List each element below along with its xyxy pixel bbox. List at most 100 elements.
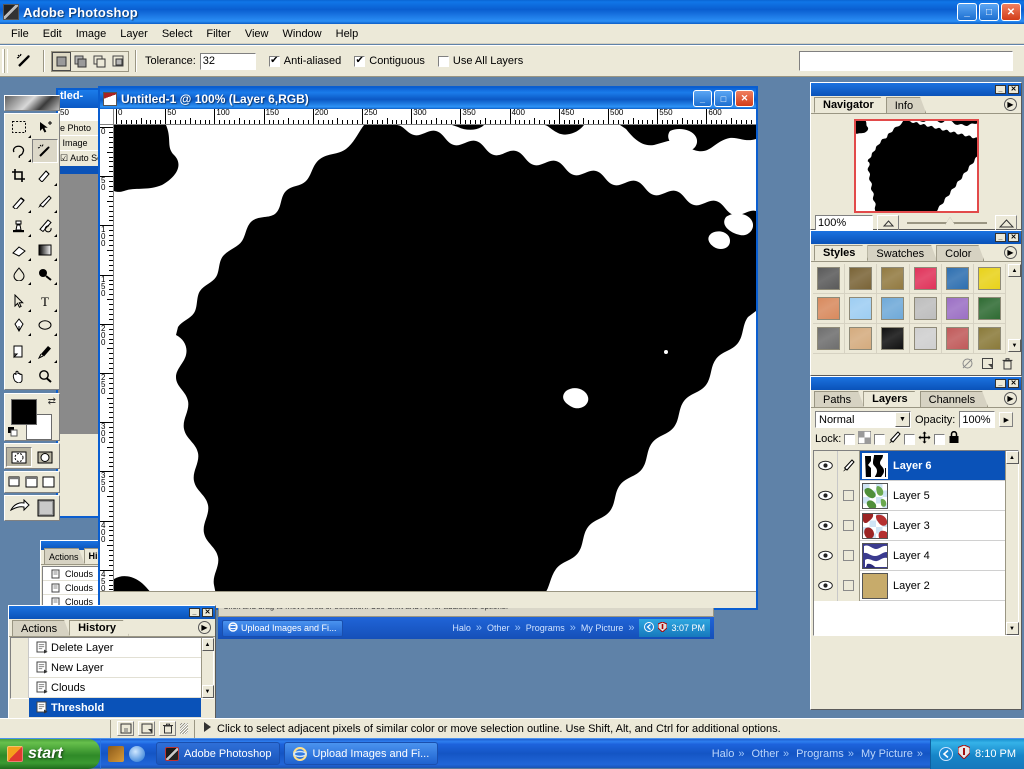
history-title-bar[interactable]: _ ✕: [9, 606, 215, 619]
eyedropper-tool[interactable]: [32, 340, 58, 364]
menu-item-filter[interactable]: Filter: [199, 26, 237, 42]
full-screen-with-menubar-button[interactable]: [23, 473, 40, 491]
standard-mode-button[interactable]: [6, 447, 32, 467]
styles-menu-icon[interactable]: ▶: [1004, 246, 1017, 259]
background-tab-actions[interactable]: Actions: [44, 548, 85, 564]
layer-thumbnail[interactable]: [862, 452, 888, 479]
history-scroll-down-button[interactable]: ▼: [201, 685, 214, 698]
standard-screen-mode-button[interactable]: [6, 473, 23, 491]
tab-paths[interactable]: Paths: [814, 391, 864, 407]
history-state-row[interactable]: Delete Layer: [29, 638, 201, 658]
start-button[interactable]: start: [0, 738, 100, 769]
layers-scroll-up-button[interactable]: ▲: [1005, 451, 1019, 464]
style-swatch[interactable]: [845, 324, 878, 354]
document-title-bar[interactable]: Untitled-1 @ 100% (Layer 6,RGB) _ □ ✕: [100, 88, 756, 109]
tab-history[interactable]: History: [69, 620, 129, 636]
blur-tool[interactable]: [6, 262, 32, 286]
style-swatch[interactable]: [973, 324, 1006, 354]
clone-stamp-tool[interactable]: [6, 214, 32, 238]
layer-link-toggle[interactable]: [838, 450, 860, 481]
style-swatch[interactable]: [909, 294, 942, 324]
style-swatch[interactable]: [813, 264, 846, 294]
styles-close-button[interactable]: ✕: [1008, 233, 1019, 242]
navigator-thumbnail[interactable]: [853, 119, 979, 213]
menu-item-select[interactable]: Select: [155, 26, 200, 42]
history-minimize-button[interactable]: _: [189, 608, 200, 617]
history-state-row[interactable]: New Layer: [29, 658, 201, 678]
jump-to-imageready-button[interactable]: [4, 495, 60, 521]
navigator-minimize-button[interactable]: _: [995, 85, 1006, 94]
healing-brush-tool[interactable]: [6, 190, 32, 214]
menu-item-file[interactable]: File: [4, 26, 36, 42]
toolbox-title-bar[interactable]: [4, 95, 60, 111]
layers-scrollbar[interactable]: ▲ ▼: [1005, 451, 1019, 635]
style-swatch[interactable]: [845, 294, 878, 324]
marquee-tool[interactable]: [6, 115, 32, 139]
minimize-button[interactable]: _: [957, 3, 977, 21]
maximize-button[interactable]: □: [979, 3, 999, 21]
trash-button[interactable]: [159, 721, 176, 736]
styles-scroll-down-button[interactable]: ▼: [1008, 339, 1021, 352]
layer-visibility-toggle[interactable]: [814, 510, 838, 541]
style-swatch[interactable]: [813, 294, 846, 324]
layers-close-button[interactable]: ✕: [1008, 379, 1019, 388]
image-canvas[interactable]: [114, 125, 756, 595]
full-screen-mode-button[interactable]: [40, 473, 57, 491]
document-minimize-button[interactable]: _: [693, 90, 712, 107]
layer-row[interactable]: Layer 2: [814, 570, 1005, 601]
history-brush-tool[interactable]: [32, 214, 58, 238]
tab-navigator[interactable]: Navigator: [814, 97, 887, 113]
style-swatch[interactable]: [941, 324, 974, 354]
layer-thumbnail[interactable]: [862, 572, 888, 599]
vertical-ruler[interactable]: 0 50 100 150 200 250 300 350 400 450: [100, 125, 114, 595]
gradient-tool[interactable]: [32, 238, 58, 262]
style-swatch[interactable]: [909, 264, 942, 294]
ruler-corner[interactable]: [100, 109, 114, 125]
use-all-layers-checkbox[interactable]: [437, 55, 449, 67]
zoom-tool[interactable]: [32, 364, 58, 388]
layer-link-toggle[interactable]: [838, 480, 860, 511]
taskbar-button-photoshop[interactable]: Adobe Photoshop: [156, 742, 281, 765]
lock-transparent-pixels-checkbox[interactable]: [844, 433, 856, 445]
menu-item-view[interactable]: View: [238, 26, 276, 42]
dodge-tool[interactable]: [32, 262, 58, 286]
layers-menu-icon[interactable]: ▶: [1004, 392, 1017, 405]
zoom-slider-thumb[interactable]: [945, 217, 956, 225]
tab-channels[interactable]: Channels: [920, 391, 988, 407]
document-close-button[interactable]: ✕: [735, 90, 754, 107]
document-maximize-button[interactable]: □: [714, 90, 733, 107]
style-swatch[interactable]: [877, 324, 910, 354]
history-state-list[interactable]: Delete Layer New Layer Clouds Threshold ▲ ▼: [10, 637, 214, 718]
tolerance-input[interactable]: 32: [199, 52, 256, 70]
layers-scroll-down-button[interactable]: ▼: [1005, 622, 1019, 635]
layer-thumbnail[interactable]: [862, 542, 888, 569]
style-swatch[interactable]: [845, 264, 878, 294]
layer-thumbnail[interactable]: [862, 512, 888, 539]
toolbar-my-picture-label[interactable]: My Picture: [861, 748, 913, 760]
lock-position-checkbox[interactable]: [904, 433, 916, 445]
toolbar-my-picture-chevron-icon[interactable]: »: [917, 748, 923, 760]
swap-colors-icon[interactable]: ⇄: [48, 396, 56, 407]
layer-visibility-toggle[interactable]: [814, 570, 838, 601]
move-tool[interactable]: [32, 115, 58, 139]
options-bar-grip[interactable]: [2, 49, 8, 73]
toolbar-programs-chevron-icon[interactable]: »: [848, 748, 854, 760]
layers-minimize-button[interactable]: _: [995, 379, 1006, 388]
menu-item-help[interactable]: Help: [329, 26, 366, 42]
navigator-menu-icon[interactable]: ▶: [1004, 98, 1017, 111]
intersect-selection-button[interactable]: [109, 52, 128, 71]
style-swatch[interactable]: [877, 264, 910, 294]
menu-item-edit[interactable]: Edit: [36, 26, 69, 42]
menu-item-layer[interactable]: Layer: [113, 26, 155, 42]
notes-tool[interactable]: [6, 340, 32, 364]
blend-mode-select[interactable]: Normal ▼: [815, 411, 911, 428]
default-colors-icon[interactable]: [8, 427, 18, 437]
layer-row[interactable]: Layer 5: [814, 480, 1005, 511]
history-scroll-up-button[interactable]: ▲: [201, 638, 214, 651]
show-desktop-icon[interactable]: [939, 746, 954, 761]
hand-tool[interactable]: [6, 364, 32, 388]
lock-image-pixels-checkbox[interactable]: [874, 433, 886, 445]
layer-row[interactable]: Layer 6: [814, 450, 1005, 481]
styles-title-bar[interactable]: _ ✕: [811, 231, 1021, 244]
anti-aliased-checkbox[interactable]: ✔: [268, 55, 280, 67]
